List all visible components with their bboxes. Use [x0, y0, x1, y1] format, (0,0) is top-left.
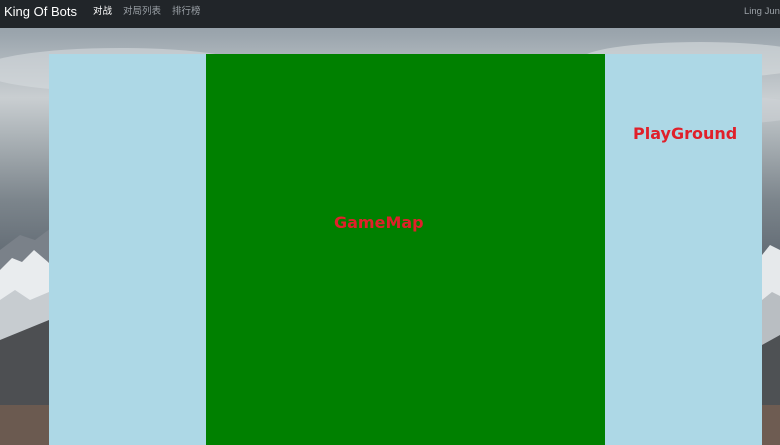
- brand-logo-link[interactable]: King Of Bots: [4, 4, 77, 20]
- nav-link-record[interactable]: 对局列表: [123, 6, 161, 18]
- playground-label: PlayGround: [633, 124, 738, 143]
- playground: GameMap PlayGround: [49, 54, 762, 445]
- game-map-label: GameMap: [334, 213, 424, 232]
- top-navbar: King Of Bots 对战 对局列表 排行榜 Ling Jun: [0, 0, 780, 28]
- user-menu[interactable]: Ling Jun: [744, 6, 780, 18]
- game-map[interactable]: GameMap: [206, 54, 605, 445]
- nav-link-pk[interactable]: 对战: [93, 6, 112, 18]
- nav-link-ranklist[interactable]: 排行榜: [172, 6, 201, 18]
